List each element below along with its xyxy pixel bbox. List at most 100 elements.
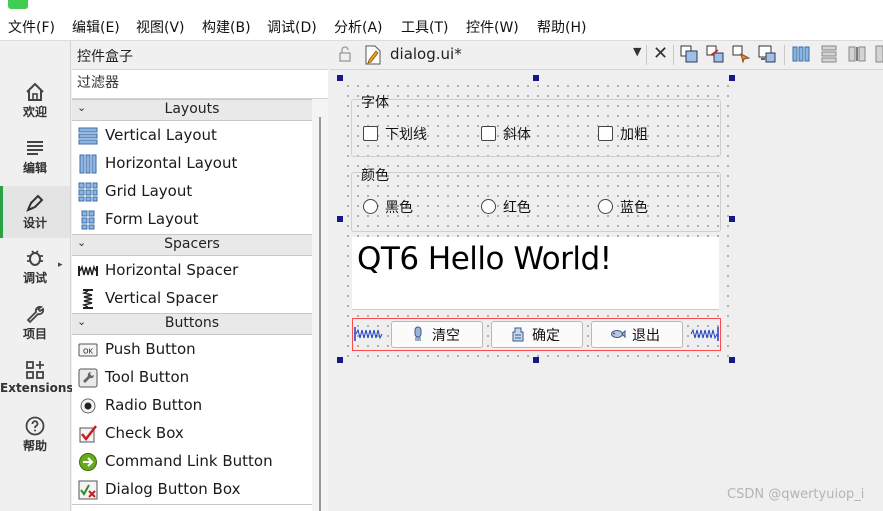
red-radio[interactable]: 红色 [481,197,561,217]
widget-item-label: Horizontal Spacer [105,261,239,279]
blue-radio[interactable]: 蓝色 [598,197,678,217]
clear-button[interactable]: 清空 [391,321,483,348]
exit-button[interactable]: 退出 [591,321,683,348]
edit-widgets-icon[interactable] [680,45,698,63]
category-buttons[interactable]: ⌄ Buttons [72,313,312,335]
file-dropdown-icon[interactable]: ▼ [633,45,641,58]
resize-handle[interactable] [533,75,539,81]
black-radio[interactable]: 黑色 [363,197,443,217]
widget-box-title: 控件盒子 [77,49,133,65]
resize-handle[interactable] [337,357,343,363]
widget-item-dialog-button-box[interactable]: Dialog Button Box [72,476,312,504]
mode-edit-label: 编辑 [22,161,47,175]
widget-item-tool-button[interactable]: Tool Button [72,364,312,392]
right-spacer-icon[interactable] [689,325,719,343]
menu-build[interactable]: 构建(B) [202,17,251,37]
mode-projects[interactable]: 项目 [0,297,70,349]
mode-help[interactable]: 帮助 [0,409,70,461]
edit-signals-slots-icon[interactable] [706,45,724,63]
widget-item-radio-button[interactable]: Radio Button [72,392,312,420]
open-file-name[interactable]: dialog.ui* [390,45,462,63]
widget-item-check-box[interactable]: Check Box [72,420,312,448]
expand-arrow-icon: ▸ [58,260,63,270]
button-row-layout[interactable]: 清空 确定 退出 [352,318,721,351]
menu-widgets[interactable]: 控件(W) [466,17,519,37]
category-spacers[interactable]: ⌄ Spacers [72,234,312,256]
mode-edit[interactable]: 编辑 [0,131,70,183]
widget-box-filter [72,70,328,99]
menu-view[interactable]: 视图(V) [136,17,185,37]
widget-item-horizontal-spacer[interactable]: Horizontal Spacer [72,257,312,285]
list-divider [72,504,312,505]
menu-file[interactable]: 文件(F) [8,17,55,37]
vertical-spacer-icon [81,289,93,309]
widget-item-label: Push Button [105,340,196,358]
menu-analyze[interactable]: 分析(A) [334,17,383,37]
color-groupbox-title: 颜色 [361,168,389,184]
bold-checkbox-label: 加粗 [620,127,648,143]
mode-debug[interactable]: 调试 ▸ [0,241,70,293]
mode-design[interactable]: 设计 [0,186,70,238]
underline-checkbox[interactable]: 下划线 [363,124,453,144]
svg-text:OK: OK [83,348,94,356]
widget-item-push-button[interactable]: OK Push Button [72,336,312,364]
resize-handle[interactable] [729,216,735,222]
underline-checkbox-label: 下划线 [385,127,427,143]
widget-item-form-layout[interactable]: Form Layout [72,206,312,234]
hello-label[interactable]: QT6 Hello World! [352,237,719,310]
category-spacers-label: Spacers [164,236,220,252]
widget-item-label: Command Link Button [105,452,273,470]
lay-out-horizontal-splitter-icon[interactable] [848,45,866,63]
bold-checkbox[interactable]: 加粗 [598,124,678,144]
resize-handle[interactable] [729,75,735,81]
mode-projects-label: 项目 [22,327,47,341]
edit-buddies-icon[interactable] [732,45,750,63]
black-radio-label: 黑色 [385,200,413,216]
scrollbar-thumb[interactable] [319,117,321,511]
menu-edit[interactable]: 编辑(E) [72,17,120,37]
mode-extensions[interactable]: Extensions [0,353,74,405]
checkbox-box [598,126,613,141]
resize-handle[interactable] [337,75,343,81]
widget-list-scrollbar[interactable] [312,99,328,511]
widget-item-grid-layout[interactable]: Grid Layout [72,178,312,206]
edit-tab-order-icon[interactable] [758,45,776,63]
broom-icon [414,326,422,341]
toolbar-separator [784,45,785,65]
widget-item-vertical-spacer[interactable]: Vertical Spacer [72,285,312,313]
tool-button-icon [78,368,98,388]
menu-bar: 文件(F) 编辑(E) 视图(V) 构建(B) 调试(D) 分析(A) 工具(T… [0,12,883,41]
widget-item-horizontal-layout[interactable]: Horizontal Layout [72,150,312,178]
lay-out-vertically-icon[interactable] [820,45,838,63]
radio-circle [363,199,378,214]
ok-button[interactable]: 确定 [491,321,583,348]
command-link-icon [79,453,97,471]
checkbox-box [363,126,378,141]
widget-item-label: Check Box [105,424,184,442]
red-radio-label: 红色 [503,200,531,216]
mode-welcome[interactable]: 欢迎 [0,75,70,127]
menu-debug[interactable]: 调试(D) [267,17,317,37]
menu-tools[interactable]: 工具(T) [401,17,448,37]
resize-handle[interactable] [729,357,735,363]
lay-out-vertical-splitter-icon[interactable] [874,45,883,63]
check-box-icon [79,425,97,443]
widget-item-command-link-button[interactable]: Command Link Button [72,448,312,476]
lay-out-horizontally-icon[interactable] [792,45,810,63]
category-layouts[interactable]: ⌄ Layouts [72,99,312,121]
italic-checkbox[interactable]: 斜体 [481,124,561,144]
dialog-button-box-icon [78,480,98,500]
resize-handle[interactable] [533,357,539,363]
filter-input[interactable] [72,70,327,96]
widget-item-vertical-layout[interactable]: Vertical Layout [72,122,312,150]
left-spacer-icon[interactable] [354,325,384,343]
menu-help[interactable]: 帮助(H) [537,17,586,37]
resize-handle[interactable] [337,216,343,222]
form-layout-icon [81,210,95,230]
mode-extensions-label: Extensions [0,381,74,395]
exit-fish-icon [611,329,626,339]
close-file-icon[interactable]: ✕ [653,43,668,64]
widget-item-label: Vertical Spacer [105,289,218,307]
lock-icon [339,46,351,62]
widget-item-label: Radio Button [105,396,203,414]
